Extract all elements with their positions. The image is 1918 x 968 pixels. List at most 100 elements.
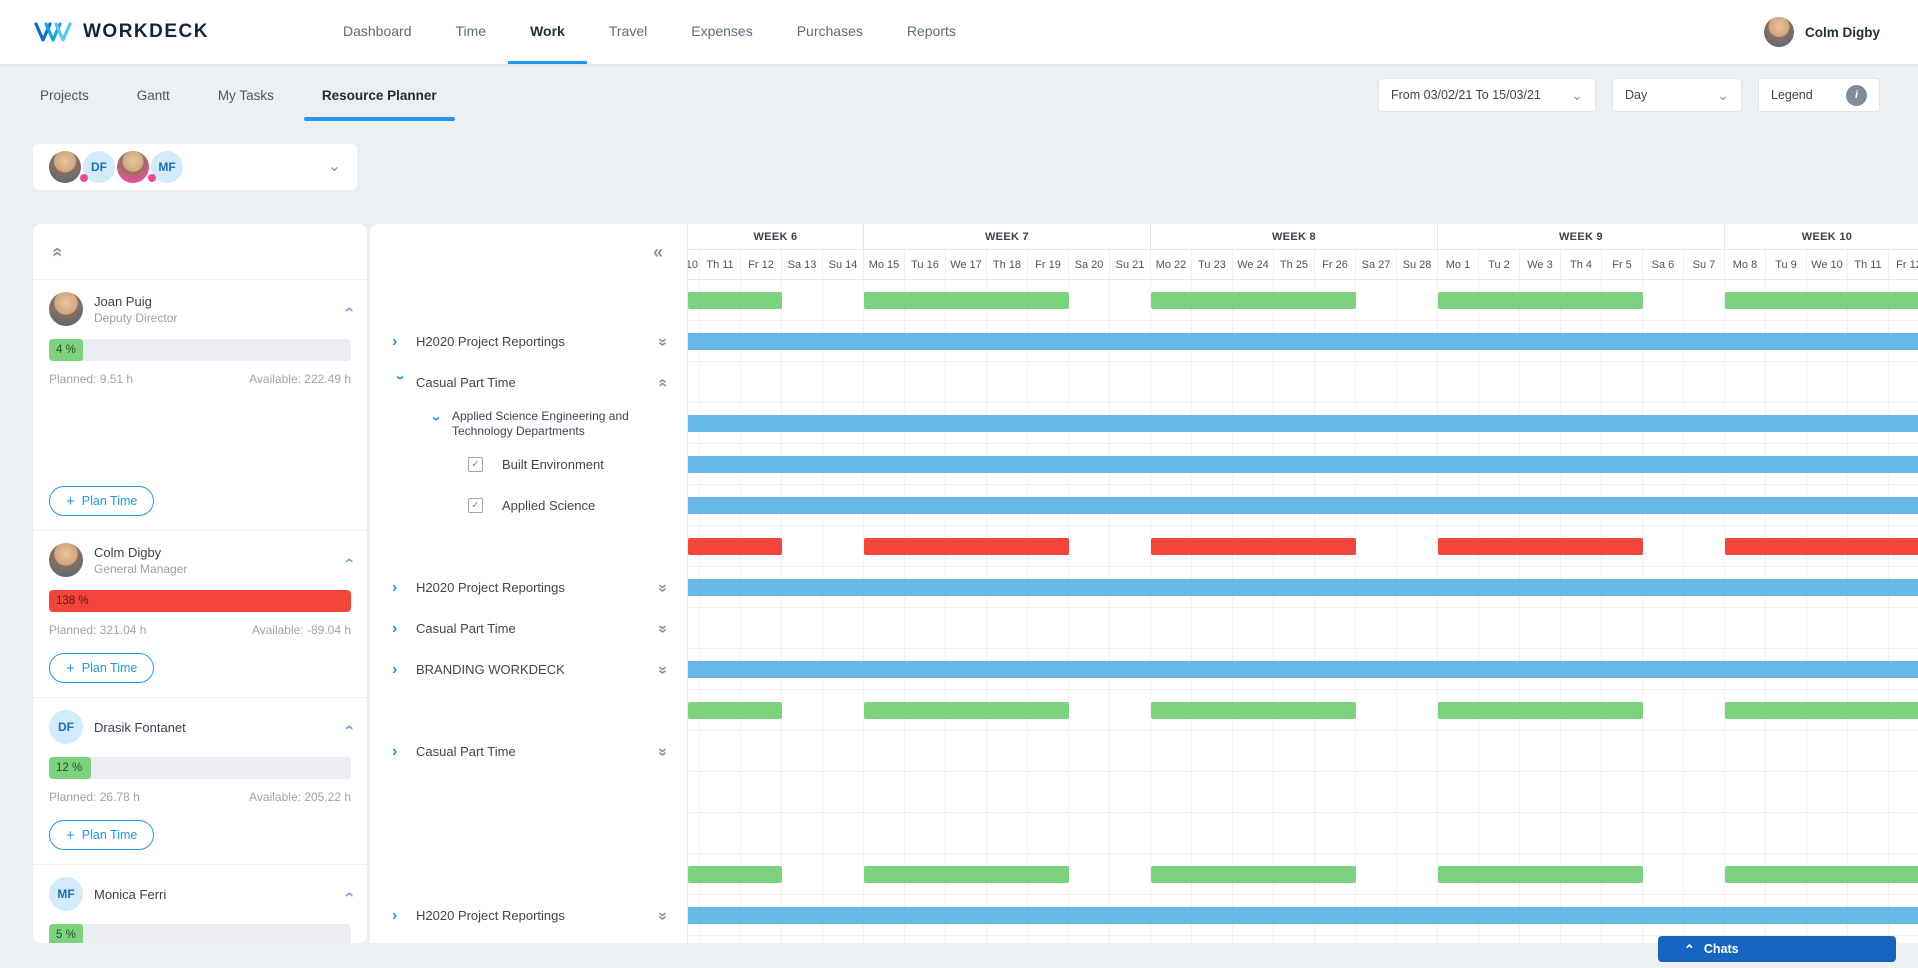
collapse-person-icon[interactable]: ›	[339, 724, 358, 730]
people-filter-select[interactable]: DF MF ⌄	[33, 144, 357, 190]
timeline-cell	[905, 813, 946, 853]
summary-bar[interactable]	[1151, 866, 1356, 883]
chevron-right-icon[interactable]: ›	[392, 333, 408, 350]
nav-item-purchases[interactable]: Purchases	[775, 0, 885, 64]
expand-all-icon[interactable]: «	[654, 583, 671, 592]
task-row-h2020-project-reportings[interactable]: › H2020 Project Reportings «	[370, 895, 687, 936]
summary-bar[interactable]	[864, 866, 1069, 883]
task-bar[interactable]	[688, 579, 1918, 596]
timeline-cell	[1848, 772, 1889, 812]
task-row-built-environment[interactable]: ✓ Built Environment	[370, 444, 687, 485]
timeline-cell	[700, 813, 741, 853]
checkbox-checked-icon[interactable]: ✓	[468, 498, 483, 513]
summary-bar[interactable]	[1725, 702, 1918, 719]
date-range-select[interactable]: From 03/02/21 To 15/03/21 ⌄	[1378, 78, 1596, 112]
summary-bar[interactable]	[864, 292, 1069, 309]
timeline-cell	[823, 772, 864, 812]
collapse-person-icon[interactable]: ›	[339, 557, 358, 563]
collapse-panel-icon[interactable]: «	[653, 243, 663, 261]
chevron-right-icon[interactable]: ›	[392, 743, 408, 760]
chevron-right-icon[interactable]: ›	[392, 907, 408, 924]
summary-bar[interactable]	[1151, 702, 1356, 719]
summary-bar[interactable]	[1438, 866, 1643, 883]
summary-bar[interactable]	[1725, 292, 1918, 309]
chevron-right-icon[interactable]: ›	[392, 620, 408, 637]
legend-button[interactable]: Legend i	[1758, 78, 1880, 112]
summary-bar[interactable]	[1438, 702, 1643, 719]
task-row-applied-science-engineering-and-technology-departments[interactable]: › Applied Science Engineering and Technol…	[370, 403, 687, 444]
summary-bar[interactable]	[1151, 538, 1356, 555]
tree-panel-header: «	[370, 224, 687, 280]
nav-item-time[interactable]: Time	[434, 0, 509, 64]
chevron-right-icon[interactable]: ›	[392, 579, 408, 596]
summary-bar[interactable]	[688, 702, 782, 719]
nav-item-reports[interactable]: Reports	[885, 0, 978, 64]
chevron-down-icon[interactable]: ›	[392, 375, 409, 391]
summary-bar[interactable]	[1438, 538, 1643, 555]
plan-time-button[interactable]: + Plan Time	[49, 820, 155, 850]
summary-bar[interactable]	[688, 292, 782, 309]
summary-bar[interactable]	[864, 538, 1069, 555]
task-row-casual-part-time[interactable]: › Casual Part Time «	[370, 362, 687, 403]
collapse-all-people-icon[interactable]: «	[48, 246, 68, 256]
timeline-cell	[1848, 608, 1889, 648]
tab-projects[interactable]: Projects	[40, 64, 113, 126]
task-label: Built Environment	[502, 457, 604, 472]
timeline-cell	[946, 936, 987, 943]
task-row-h2020-project-reportings[interactable]: › H2020 Project Reportings «	[370, 321, 687, 362]
task-bar[interactable]	[688, 415, 1918, 432]
tab-gantt[interactable]: Gantt	[113, 64, 194, 126]
checkbox-checked-icon[interactable]: ✓	[468, 457, 483, 472]
day-header-cell: We 17	[946, 250, 987, 279]
task-row-casual-part-time[interactable]: › Casual Part Time «	[370, 731, 687, 772]
expand-all-icon[interactable]: «	[654, 747, 671, 756]
workdeck-logo[interactable]: WORKDECK	[0, 0, 209, 64]
task-row-branding-workdeck[interactable]: › BRANDING WORKDECK «	[370, 649, 687, 690]
summary-bar[interactable]	[1725, 866, 1918, 883]
expand-all-icon[interactable]: «	[654, 665, 671, 674]
tab-my-tasks[interactable]: My Tasks	[194, 64, 298, 126]
task-bar[interactable]	[688, 907, 1918, 924]
task-row-applied-science[interactable]: ✓ Applied Science	[370, 485, 687, 526]
task-bar[interactable]	[688, 497, 1918, 514]
timeline-row	[688, 649, 1918, 690]
nav-item-travel[interactable]: Travel	[587, 0, 669, 64]
collapse-all-icon[interactable]: «	[655, 378, 672, 387]
timeline-cell	[1643, 280, 1684, 320]
task-row-casual-part-time[interactable]: › Casual Part Time «	[370, 608, 687, 649]
plan-time-button[interactable]: + Plan Time	[49, 653, 155, 683]
chats-button[interactable]: ⌃ Chats	[1658, 936, 1896, 962]
person-header: MF Monica Ferri ›	[49, 877, 358, 911]
task-bar[interactable]	[688, 333, 1918, 350]
chevron-up-icon: ⌃	[1684, 941, 1695, 957]
summary-bar[interactable]	[1151, 292, 1356, 309]
expand-all-icon[interactable]: «	[654, 911, 671, 920]
expand-all-icon[interactable]: «	[654, 624, 671, 633]
collapse-person-icon[interactable]: ›	[339, 891, 358, 897]
nav-item-dashboard[interactable]: Dashboard	[321, 0, 434, 64]
person-role: Deputy Director	[94, 310, 178, 325]
summary-bar[interactable]	[688, 866, 782, 883]
summary-bar[interactable]	[1725, 538, 1918, 555]
plan-time-button[interactable]: + Plan Time	[49, 486, 155, 516]
granularity-select[interactable]: Day ⌄	[1612, 78, 1742, 112]
collapse-person-icon[interactable]: ›	[339, 306, 358, 312]
tab-resource-planner[interactable]: Resource Planner	[298, 64, 461, 126]
chevron-down-icon[interactable]: ›	[428, 416, 445, 432]
timeline-cell	[700, 362, 741, 402]
timeline-cell	[1397, 772, 1438, 812]
day-header-cell: Fr 26	[1315, 250, 1356, 279]
nav-item-expenses[interactable]: Expenses	[669, 0, 774, 64]
task-row-h2020-project-reportings[interactable]: › H2020 Project Reportings «	[370, 567, 687, 608]
summary-bar[interactable]	[864, 702, 1069, 719]
expand-all-icon[interactable]: «	[654, 337, 671, 346]
summary-bar[interactable]	[688, 538, 782, 555]
user-menu[interactable]: Colm Digby	[1763, 0, 1918, 64]
timeline-cell	[1766, 608, 1807, 648]
nav-item-work[interactable]: Work	[508, 0, 587, 64]
task-bar[interactable]	[688, 661, 1918, 678]
task-bar[interactable]	[688, 456, 1918, 473]
filter-avatar-df: DF	[80, 151, 115, 183]
chevron-right-icon[interactable]: ›	[392, 661, 408, 678]
summary-bar[interactable]	[1438, 292, 1643, 309]
